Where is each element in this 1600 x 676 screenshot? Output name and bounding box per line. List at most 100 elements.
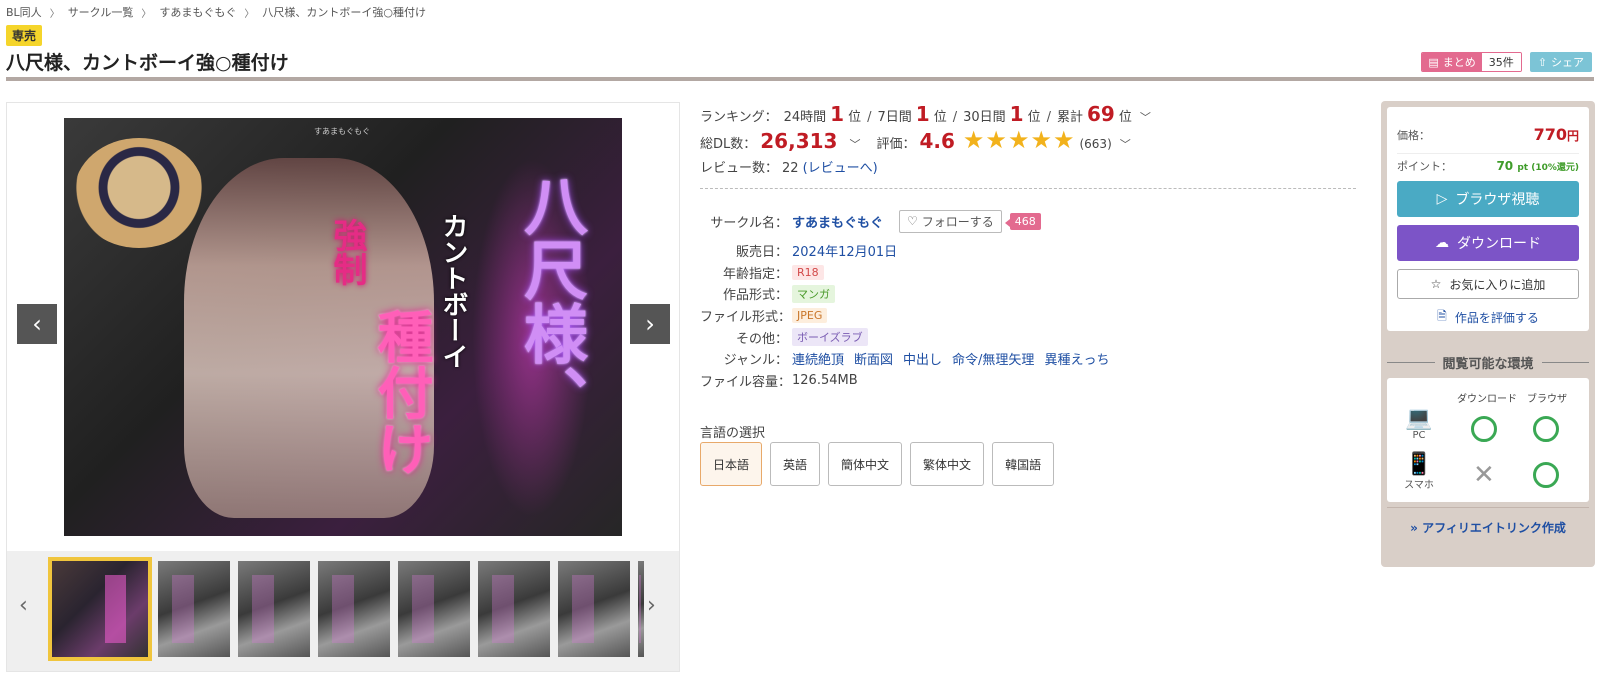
point-row: ポイント： 70 pt (10%還元)	[1397, 153, 1579, 174]
list-icon: ▤	[1428, 55, 1439, 69]
matome-button[interactable]: ▤ まとめ 35件	[1421, 52, 1522, 72]
price-value: 770円	[1533, 125, 1579, 144]
chevron-right-icon: 〉	[244, 8, 255, 20]
rank-unit: 位	[1118, 110, 1132, 125]
rank-unit: 位	[1027, 110, 1041, 125]
thumbnail[interactable]	[158, 561, 230, 657]
age-tag[interactable]: R18	[792, 264, 824, 280]
environment-table: ダウンロード ブラウザ 💻 PC 📱 スマホ ✕	[1387, 378, 1589, 502]
spec-row-file: ファイル形式： JPEG	[700, 305, 1356, 327]
genre-link[interactable]: 連続絶頂	[792, 349, 844, 368]
prev-image-button[interactable]: ‹	[17, 304, 57, 344]
spec-key: 販売日：	[735, 245, 788, 261]
file-size: 126.54MB	[792, 372, 858, 388]
stats-row: 総DL数： 26,313 ﹀ 評価： 4.6 ★★★★★ (663) ﹀	[700, 126, 1131, 154]
ranking-row: ランキング： 24時間 1 位 / 7日間 1 位 / 30日間 1 位 / 累…	[700, 102, 1151, 126]
chevron-right-icon: 〉	[49, 8, 60, 20]
release-date-link[interactable]: 2024年12月01日	[792, 241, 897, 260]
breadcrumb-item[interactable]: 八尺様、カントボーイ強○種付け	[262, 4, 426, 20]
language-option[interactable]: 繁体中文	[910, 442, 985, 486]
file-format-tag[interactable]: JPEG	[792, 308, 828, 324]
genre-link[interactable]: 断面図	[854, 349, 893, 368]
spec-key: その他：	[735, 331, 788, 347]
follow-group: ♡ フォローする 468	[899, 209, 1041, 233]
spec-row-circle: サークル名： すあまもぐもぐ ♡ フォローする 468	[700, 208, 1356, 234]
smartphone-icon: 📱	[1405, 452, 1433, 477]
divider	[700, 188, 1356, 189]
rank-24h: 1	[830, 102, 845, 126]
review-label: レビュー数：	[700, 161, 779, 176]
other-tag[interactable]: ボーイズラブ	[792, 328, 868, 347]
language-option[interactable]: 日本語	[700, 442, 763, 486]
thumb-next-icon[interactable]: ›	[647, 593, 656, 618]
genre-link[interactable]: 中出し	[903, 349, 942, 368]
chevron-down-icon[interactable]: ﹀	[849, 136, 860, 152]
exclusive-badge: 専売	[6, 25, 43, 46]
follow-button[interactable]: ♡ フォローする	[899, 209, 1002, 233]
download-button[interactable]: ☁ ダウンロード	[1397, 225, 1579, 261]
genre-link[interactable]: 命令/無理矢理	[952, 349, 1034, 368]
rank-unit: 位	[848, 110, 862, 125]
thumbnail[interactable]	[48, 557, 152, 661]
laptop-icon: 💻	[1405, 406, 1433, 431]
review-link[interactable]: (レビューへ)	[803, 157, 878, 176]
play-icon: ▷	[1436, 191, 1448, 207]
language-option[interactable]: 簡体中文	[828, 442, 903, 486]
spec-row-genre: ジャンル： 連続絶頂 断面図 中出し 命令/無理矢理 異種えっち	[700, 348, 1356, 370]
rate-work-link[interactable]: 🗎 作品を評価する	[1397, 307, 1579, 327]
chevron-down-icon[interactable]: ﹀	[1120, 136, 1131, 152]
spec-key: ジャンル：	[723, 353, 788, 369]
thumbnail[interactable]	[478, 561, 550, 657]
rank-24h-label: 24時間	[783, 110, 827, 125]
affiliate-link[interactable]: » アフィリエイトリンク作成	[1381, 519, 1595, 536]
star-icon: ☆	[1430, 277, 1442, 291]
spec-row-format: 作品形式： マンガ	[700, 283, 1356, 305]
rank-30d: 1	[1009, 102, 1024, 126]
slash: /	[867, 110, 872, 125]
spec-row-size: ファイル容量： 126.54MB	[700, 370, 1356, 392]
top-actions: ▤ まとめ 35件 ⇧ シェア	[1421, 52, 1592, 72]
chevron-left-icon: ‹	[32, 310, 42, 338]
chevron-right-icon: 〉	[141, 8, 152, 20]
breadcrumb-item[interactable]: BL同人	[6, 4, 42, 20]
thumb-prev-icon[interactable]: ‹	[19, 593, 28, 618]
slash: /	[952, 110, 958, 125]
share-button[interactable]: ⇧ シェア	[1529, 52, 1592, 72]
env-device-pc: 💻 PC	[1399, 406, 1439, 442]
thumbnail[interactable]	[238, 561, 310, 657]
browser-view-button[interactable]: ▷ ブラウザ視聴	[1397, 181, 1579, 217]
star-rating-icon: ★★★★★	[962, 126, 1076, 154]
follower-count: 468	[1004, 212, 1041, 230]
cover-image[interactable]: すあまもぐもぐ 八尺様、 カントボーイ 強制 種付け	[64, 118, 622, 536]
breadcrumb-item[interactable]: サークル一覧	[68, 4, 134, 20]
thumbnail[interactable]	[318, 561, 390, 657]
language-selector: 日本語 英語 簡体中文 繁体中文 韓国語	[700, 442, 1055, 486]
thumbnail[interactable]	[638, 561, 644, 657]
cover-circle-text: すあまもぐもぐ	[314, 127, 370, 136]
document-icon: 🗎	[1437, 308, 1447, 323]
rank-total: 69	[1087, 102, 1115, 126]
chevron-right-icon: ›	[645, 310, 655, 338]
format-tag[interactable]: マンガ	[792, 284, 835, 303]
breadcrumb-item[interactable]: すあまもぐもぐ	[159, 4, 236, 20]
share-icon: ⇧	[1537, 55, 1547, 69]
spec-row-other: その他： ボーイズラブ	[700, 326, 1356, 348]
env-device-smartphone: 📱 スマホ	[1399, 452, 1439, 492]
genre-link[interactable]: 異種えっち	[1044, 349, 1109, 368]
thumbnail[interactable]	[558, 561, 630, 657]
spec-key: ファイル形式：	[700, 310, 792, 326]
language-option[interactable]: 韓国語	[992, 442, 1055, 486]
heart-icon: ♡	[907, 214, 918, 228]
rating-count: (663)	[1079, 137, 1112, 151]
purchase-panel: 価格： 770円 ポイント： 70 pt (10%還元) ▷ ブラウザ視聴 ☁ ダウ…	[1381, 101, 1595, 567]
chevron-down-icon[interactable]: ﹀	[1140, 109, 1151, 125]
thumbnail[interactable]	[398, 561, 470, 657]
title-divider	[6, 77, 1594, 81]
next-image-button[interactable]: ›	[630, 304, 670, 344]
cover-title-1: 八尺様、	[513, 173, 588, 429]
circle-name-link[interactable]: すあまもぐもぐ	[792, 212, 883, 231]
rank-7d-label: 7日間	[877, 110, 912, 125]
language-option[interactable]: 英語	[770, 442, 821, 486]
add-favorite-button[interactable]: ☆ お気に入りに追加	[1397, 269, 1579, 299]
rank-unit: 位	[933, 110, 947, 125]
